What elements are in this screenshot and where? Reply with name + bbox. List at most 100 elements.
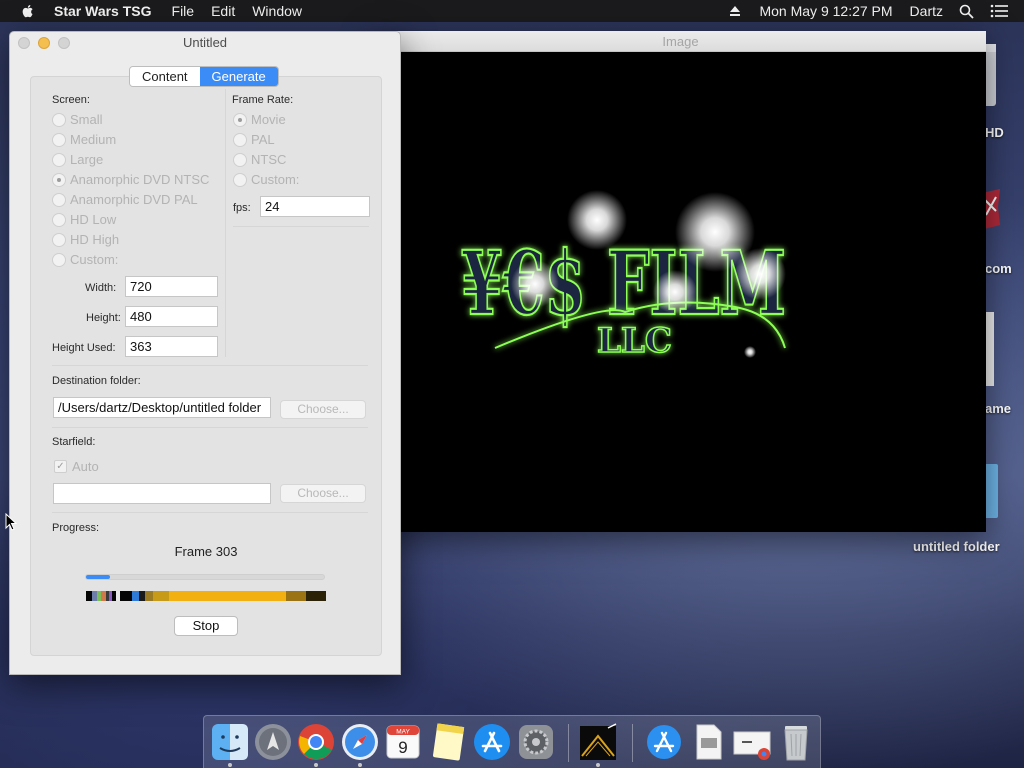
system-preferences-icon[interactable] [516, 722, 556, 762]
app-store-downloads-icon[interactable] [644, 722, 684, 762]
desktop-item-ame-label[interactable]: ame [985, 401, 1011, 416]
trash-icon[interactable] [776, 722, 816, 762]
dock-separator [632, 724, 633, 762]
desktop-item-hd-label[interactable]: HD [985, 125, 1004, 140]
menu-app-name[interactable]: Star Wars TSG [54, 3, 152, 19]
screen-option-anamorphic-pal[interactable]: Anamorphic DVD PAL [52, 192, 198, 207]
menu-file[interactable]: File [172, 3, 195, 19]
eject-icon[interactable] [729, 5, 741, 17]
menu-clock[interactable]: Mon May 9 12:27 PM [759, 3, 892, 19]
frame-rate-option-label: NTSC [251, 152, 287, 167]
minimize-button[interactable] [38, 37, 50, 49]
width-label: Width: [85, 282, 117, 294]
lens-flare [744, 346, 756, 358]
window-titlebar[interactable]: Untitled [10, 32, 400, 54]
radio-icon [52, 232, 66, 247]
frame-rate-option-label: Movie [251, 112, 286, 127]
screen-option-anamorphic-ntsc[interactable]: Anamorphic DVD NTSC [52, 172, 209, 187]
height-used-label: Height Used: [52, 342, 116, 354]
frame-rate-option-pal[interactable]: PAL [233, 132, 275, 147]
desktop-item-com-label[interactable]: com [985, 261, 1012, 276]
destination-choose-button[interactable]: Choose... [280, 400, 366, 419]
radio-icon [52, 152, 66, 167]
chrome-app-icon[interactable] [732, 722, 772, 762]
destination-path-field[interactable]: /Users/dartz/Desktop/untitled folder [53, 397, 271, 418]
dock: MAY 9 [203, 715, 821, 768]
chrome-icon[interactable] [296, 722, 336, 762]
frame-rate-option-custom[interactable]: Custom: [233, 172, 299, 187]
starfield-choose-button[interactable]: Choose... [280, 484, 366, 503]
window-title: Untitled [182, 35, 228, 50]
progress-status-text: Frame 303 [174, 544, 238, 559]
radio-selected-icon [52, 172, 66, 187]
screen-option-large[interactable]: Large [52, 152, 103, 167]
document-icon[interactable] [688, 722, 728, 762]
radio-selected-icon [233, 112, 247, 127]
menu-edit[interactable]: Edit [211, 3, 235, 19]
calendar-icon[interactable]: MAY 9 [383, 722, 423, 762]
film-logo-image: ¥€$ FILM LLC [460, 190, 787, 362]
screen-label: Screen: [52, 94, 90, 106]
screen-option-custom[interactable]: Custom: [52, 252, 118, 267]
desktop-item-untitled-folder-label[interactable]: untitled folder [913, 539, 1000, 554]
height-field[interactable]: 480 [125, 306, 218, 327]
screen-option-small[interactable]: Small [52, 112, 103, 127]
running-indicator [228, 763, 232, 767]
calendar-day: 9 [398, 738, 407, 757]
radio-icon [52, 112, 66, 127]
zoom-button[interactable] [58, 37, 70, 49]
screen-option-medium[interactable]: Medium [52, 132, 116, 147]
column-divider [225, 89, 226, 357]
apple-logo-icon[interactable] [20, 3, 36, 19]
progress-bar-fill [86, 575, 110, 579]
image-canvas: ¥€$ FILM LLC [375, 52, 986, 532]
frame-rate-option-movie[interactable]: Movie [233, 112, 286, 127]
fps-label: fps: [233, 202, 251, 214]
section-divider [52, 512, 368, 513]
lens-flare [511, 260, 559, 308]
stop-button[interactable]: Stop [174, 616, 238, 636]
spotlight-search-icon[interactable] [959, 4, 974, 19]
menu-bar: Star Wars TSG File Edit Window Mon May 9… [0, 0, 1024, 22]
frame-rate-option-ntsc[interactable]: NTSC [233, 152, 286, 167]
frame-rate-label: Frame Rate: [232, 94, 294, 106]
notification-center-icon[interactable] [990, 4, 1008, 18]
menu-window[interactable]: Window [252, 3, 302, 19]
running-indicator [314, 763, 318, 767]
height-used-field[interactable]: 363 [125, 336, 218, 357]
frame-rate-option-label: PAL [251, 132, 275, 147]
fps-field[interactable]: 24 [260, 196, 370, 217]
lens-flare [567, 190, 627, 250]
tab-bar: Content Generate [129, 66, 279, 87]
screen-option-label: HD Low [70, 212, 117, 227]
dock-separator [568, 724, 569, 762]
radio-icon [52, 212, 66, 227]
lens-flare [734, 248, 786, 300]
lens-flare [653, 270, 697, 314]
starfield-auto-checkbox[interactable]: ✓ Auto [54, 459, 99, 474]
starfield-auto-label: Auto [72, 459, 99, 474]
screen-option-hd-high[interactable]: HD High [52, 232, 119, 247]
finder-icon[interactable] [210, 722, 250, 762]
tab-content[interactable]: Content [130, 67, 200, 86]
destination-label: Destination folder: [52, 375, 141, 387]
app-store-icon[interactable] [472, 722, 512, 762]
screen-option-label: Anamorphic DVD PAL [70, 192, 198, 207]
image-window-title[interactable]: Image [375, 31, 986, 52]
width-field[interactable]: 720 [125, 276, 218, 297]
tab-generate[interactable]: Generate [199, 67, 278, 86]
calendar-month: MAY [396, 729, 410, 736]
menu-user[interactable]: Dartz [910, 3, 943, 19]
running-indicator [596, 763, 600, 767]
frame-rate-divider [233, 226, 369, 227]
screen-option-hd-low[interactable]: HD Low [52, 212, 116, 227]
notes-icon[interactable] [428, 722, 468, 762]
screen-option-label: Large [70, 152, 104, 167]
launchpad-icon[interactable] [253, 722, 293, 762]
safari-icon[interactable] [340, 722, 380, 762]
star-wars-tsg-icon[interactable] [578, 722, 618, 762]
starfield-path-field[interactable] [53, 483, 271, 504]
image-window[interactable]: Image ¥€$ FILM LLC [375, 31, 986, 532]
untitled-window[interactable]: Untitled Screen: Small Medium Large Anam… [9, 31, 401, 675]
close-button[interactable] [18, 37, 30, 49]
